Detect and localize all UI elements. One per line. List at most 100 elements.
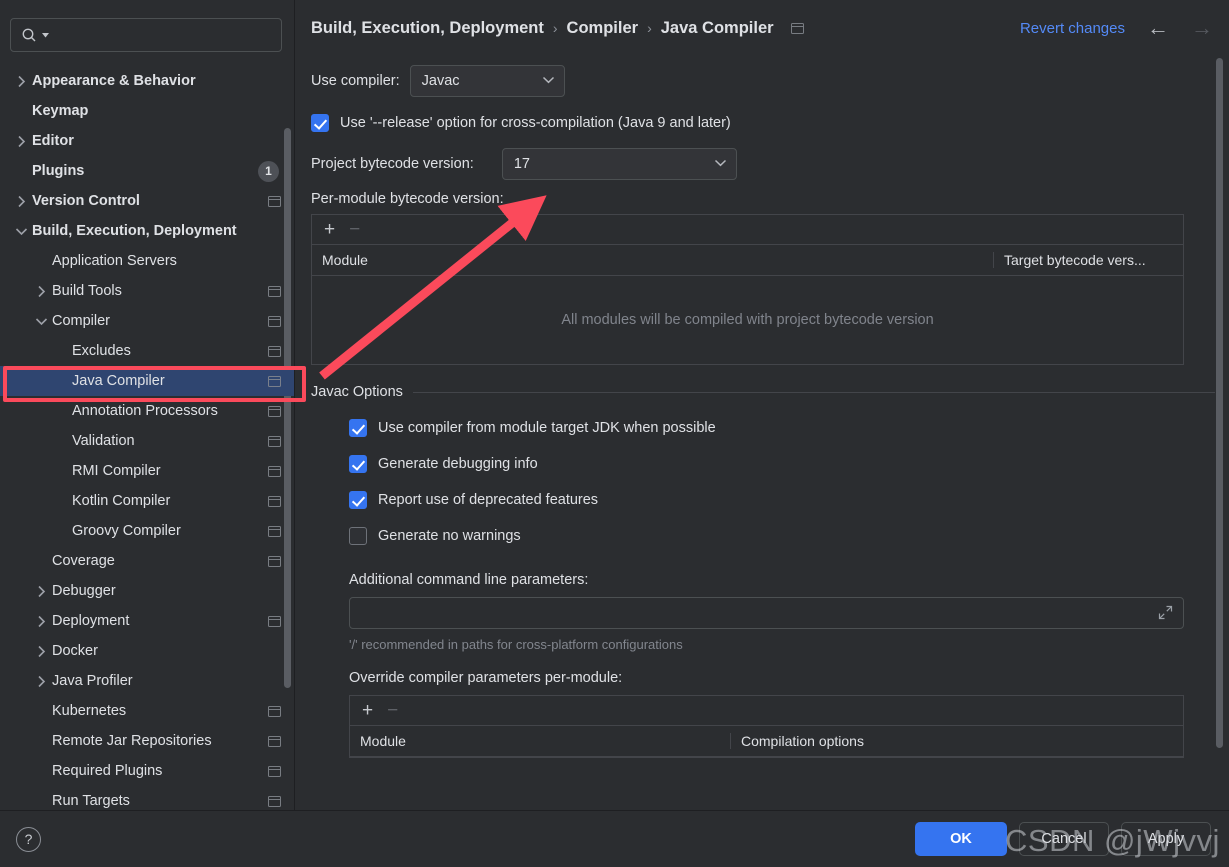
- expand-editor-icon[interactable]: [1158, 605, 1173, 622]
- search-input[interactable]: [53, 27, 271, 43]
- sidebar-item-coverage[interactable]: Coverage: [0, 546, 295, 576]
- project-scope-icon: [268, 495, 281, 507]
- sidebar-item-label: Groovy Compiler: [72, 523, 181, 539]
- dialog-body: Appearance & Behavior Keymap Editor Plugins…: [0, 0, 1229, 810]
- sidebar-item-label: Required Plugins: [52, 763, 163, 779]
- sidebar-item-docker[interactable]: Docker: [0, 636, 295, 666]
- forward-arrow-icon[interactable]: →: [1191, 17, 1213, 39]
- javac-option-row[interactable]: Report use of deprecated features: [349, 482, 1215, 518]
- settings-tree[interactable]: Appearance & Behavior Keymap Editor Plugins…: [0, 62, 295, 810]
- add-row-button[interactable]: +: [324, 220, 335, 239]
- sidebar-item-label: Version Control: [32, 193, 140, 209]
- sidebar-item-java-compiler[interactable]: Java Compiler: [0, 366, 295, 396]
- apply-button[interactable]: Apply: [1121, 822, 1211, 856]
- cancel-button[interactable]: Cancel: [1019, 822, 1109, 856]
- search-box[interactable]: [10, 18, 282, 52]
- search-dropdown-icon[interactable]: [41, 31, 50, 40]
- help-button[interactable]: ?: [16, 826, 41, 852]
- sidebar-item-label: Build, Execution, Deployment: [32, 223, 237, 239]
- chevron-right-icon[interactable]: [10, 195, 32, 208]
- sidebar-item-annotation-processors[interactable]: Annotation Processors: [0, 396, 295, 426]
- remove-row-button[interactable]: −: [387, 701, 398, 720]
- breadcrumb-item-1[interactable]: Compiler: [567, 19, 639, 38]
- sidebar-item-version-control[interactable]: Version Control: [0, 186, 295, 216]
- column-header-compilation-options[interactable]: Compilation options: [730, 733, 1183, 749]
- add-row-button[interactable]: +: [362, 701, 373, 720]
- javac-option-row[interactable]: Generate no warnings: [349, 518, 1215, 554]
- sidebar-item-build-execution-deployment[interactable]: Build, Execution, Deployment: [0, 216, 295, 246]
- main-scrollbar[interactable]: [1216, 56, 1223, 810]
- javac-options-list: Use compiler from module target JDK when…: [311, 400, 1215, 554]
- plugins-update-badge: 1: [258, 160, 279, 182]
- column-header-target-bytecode[interactable]: Target bytecode vers...: [993, 252, 1183, 268]
- sidebar-item-keymap[interactable]: Keymap: [0, 96, 295, 126]
- javac-option-checkbox[interactable]: [349, 419, 367, 437]
- project-scope-icon: [268, 285, 281, 297]
- sidebar-item-kotlin-compiler[interactable]: Kotlin Compiler: [0, 486, 295, 516]
- additional-params-label: Additional command line parameters:: [349, 572, 589, 588]
- use-compiler-select[interactable]: Javac: [409, 65, 565, 97]
- chevron-right-icon[interactable]: [10, 135, 32, 148]
- sidebar-item-kubernetes[interactable]: Kubernetes: [0, 696, 295, 726]
- sidebar-item-label: Validation: [72, 433, 135, 449]
- project-bytecode-value: 17: [513, 156, 530, 172]
- sidebar-item-label: Editor: [32, 133, 74, 149]
- remove-row-button[interactable]: −: [349, 220, 360, 239]
- sidebar-item-appearance-behavior[interactable]: Appearance & Behavior: [0, 66, 295, 96]
- sidebar-item-build-tools[interactable]: Build Tools: [0, 276, 295, 306]
- sidebar-item-excludes[interactable]: Excludes: [0, 336, 295, 366]
- sidebar-item-editor[interactable]: Editor: [0, 126, 295, 156]
- chevron-right-icon[interactable]: [30, 675, 52, 688]
- back-arrow-icon[interactable]: ←: [1147, 17, 1169, 39]
- sidebar-item-label: Remote Jar Repositories: [52, 733, 212, 749]
- release-option-checkbox[interactable]: [311, 114, 329, 132]
- search-container: [0, 0, 295, 62]
- project-bytecode-select[interactable]: 17: [501, 148, 737, 180]
- sidebar-item-java-profiler[interactable]: Java Profiler: [0, 666, 295, 696]
- chevron-right-icon[interactable]: [30, 645, 52, 658]
- override-params-group: Override compiler parameters per-module:…: [311, 670, 1215, 758]
- sidebar-item-deployment[interactable]: Deployment: [0, 606, 295, 636]
- sidebar-item-debugger[interactable]: Debugger: [0, 576, 295, 606]
- chevron-right-icon[interactable]: [30, 615, 52, 628]
- breadcrumb-item-2[interactable]: Java Compiler: [661, 19, 774, 38]
- additional-params-input[interactable]: [349, 597, 1184, 629]
- sidebar-item-groovy-compiler[interactable]: Groovy Compiler: [0, 516, 295, 546]
- javac-options-title: Javac Options: [311, 384, 403, 400]
- chevron-right-icon[interactable]: [30, 585, 52, 598]
- project-scope-icon: [268, 615, 281, 627]
- column-header-module[interactable]: Module: [350, 733, 730, 749]
- per-module-bytecode-table: + − Module Target bytecode vers... All m…: [311, 214, 1184, 365]
- project-scope-icon: [268, 435, 281, 447]
- release-option-row[interactable]: Use '--release' option for cross-compila…: [311, 104, 1215, 142]
- sidebar-item-label: Kotlin Compiler: [72, 493, 171, 509]
- project-scope-icon: [268, 795, 281, 807]
- javac-option-row[interactable]: Use compiler from module target JDK when…: [349, 410, 1215, 446]
- javac-option-checkbox[interactable]: [349, 527, 367, 545]
- javac-option-checkbox[interactable]: [349, 491, 367, 509]
- javac-option-row[interactable]: Generate debugging info: [349, 446, 1215, 482]
- chevron-down-icon[interactable]: [10, 227, 32, 236]
- chevron-down-icon[interactable]: [30, 317, 52, 326]
- chevron-right-icon[interactable]: [10, 75, 32, 88]
- project-bytecode-row: Project bytecode version: 17: [311, 144, 1215, 184]
- sidebar-item-label: Docker: [52, 643, 98, 659]
- ok-button[interactable]: OK: [915, 822, 1007, 856]
- column-header-module[interactable]: Module: [312, 252, 993, 268]
- sidebar-item-label: RMI Compiler: [72, 463, 161, 479]
- sidebar-item-run-targets[interactable]: Run Targets: [0, 786, 295, 810]
- sidebar-item-application-servers[interactable]: Application Servers: [0, 246, 295, 276]
- sidebar-item-validation[interactable]: Validation: [0, 426, 295, 456]
- javac-option-label: Generate no warnings: [378, 528, 521, 544]
- sidebar-item-plugins[interactable]: Plugins 1: [0, 156, 295, 186]
- sidebar-item-rmi-compiler[interactable]: RMI Compiler: [0, 456, 295, 486]
- javac-option-checkbox[interactable]: [349, 455, 367, 473]
- revert-changes-link[interactable]: Revert changes: [1020, 20, 1125, 37]
- sidebar-item-compiler[interactable]: Compiler: [0, 306, 295, 336]
- sidebar-item-remote-jar-repositories[interactable]: Remote Jar Repositories: [0, 726, 295, 756]
- sidebar-item-required-plugins[interactable]: Required Plugins: [0, 756, 295, 786]
- chevron-right-icon[interactable]: [30, 285, 52, 298]
- breadcrumb-item-0[interactable]: Build, Execution, Deployment: [311, 19, 544, 38]
- main-scrollbar-thumb[interactable]: [1216, 58, 1223, 748]
- chevron-down-icon: [542, 75, 555, 87]
